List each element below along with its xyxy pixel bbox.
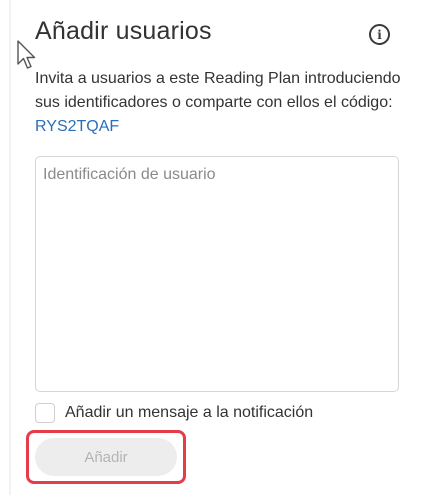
user-id-input[interactable] <box>35 156 399 392</box>
add-message-label: Añadir un mensaje a la notificación <box>65 404 314 421</box>
panel-divider <box>9 0 11 495</box>
panel-description: Invita a usuarios a este Reading Plan in… <box>35 67 410 139</box>
add-message-option[interactable]: Añadir un mensaje a la notificación <box>35 403 313 423</box>
add-users-panel: Añadir usuarios i Invita a usuarios a es… <box>0 0 421 495</box>
add-message-checkbox[interactable] <box>35 403 55 423</box>
info-icon[interactable]: i <box>369 24 390 45</box>
panel-title: Añadir usuarios <box>35 17 212 45</box>
invite-code-link[interactable]: RYS2TQAF <box>35 118 119 135</box>
description-text: Invita a usuarios a este Reading Plan in… <box>35 70 401 111</box>
add-button[interactable]: Añadir <box>35 438 177 476</box>
